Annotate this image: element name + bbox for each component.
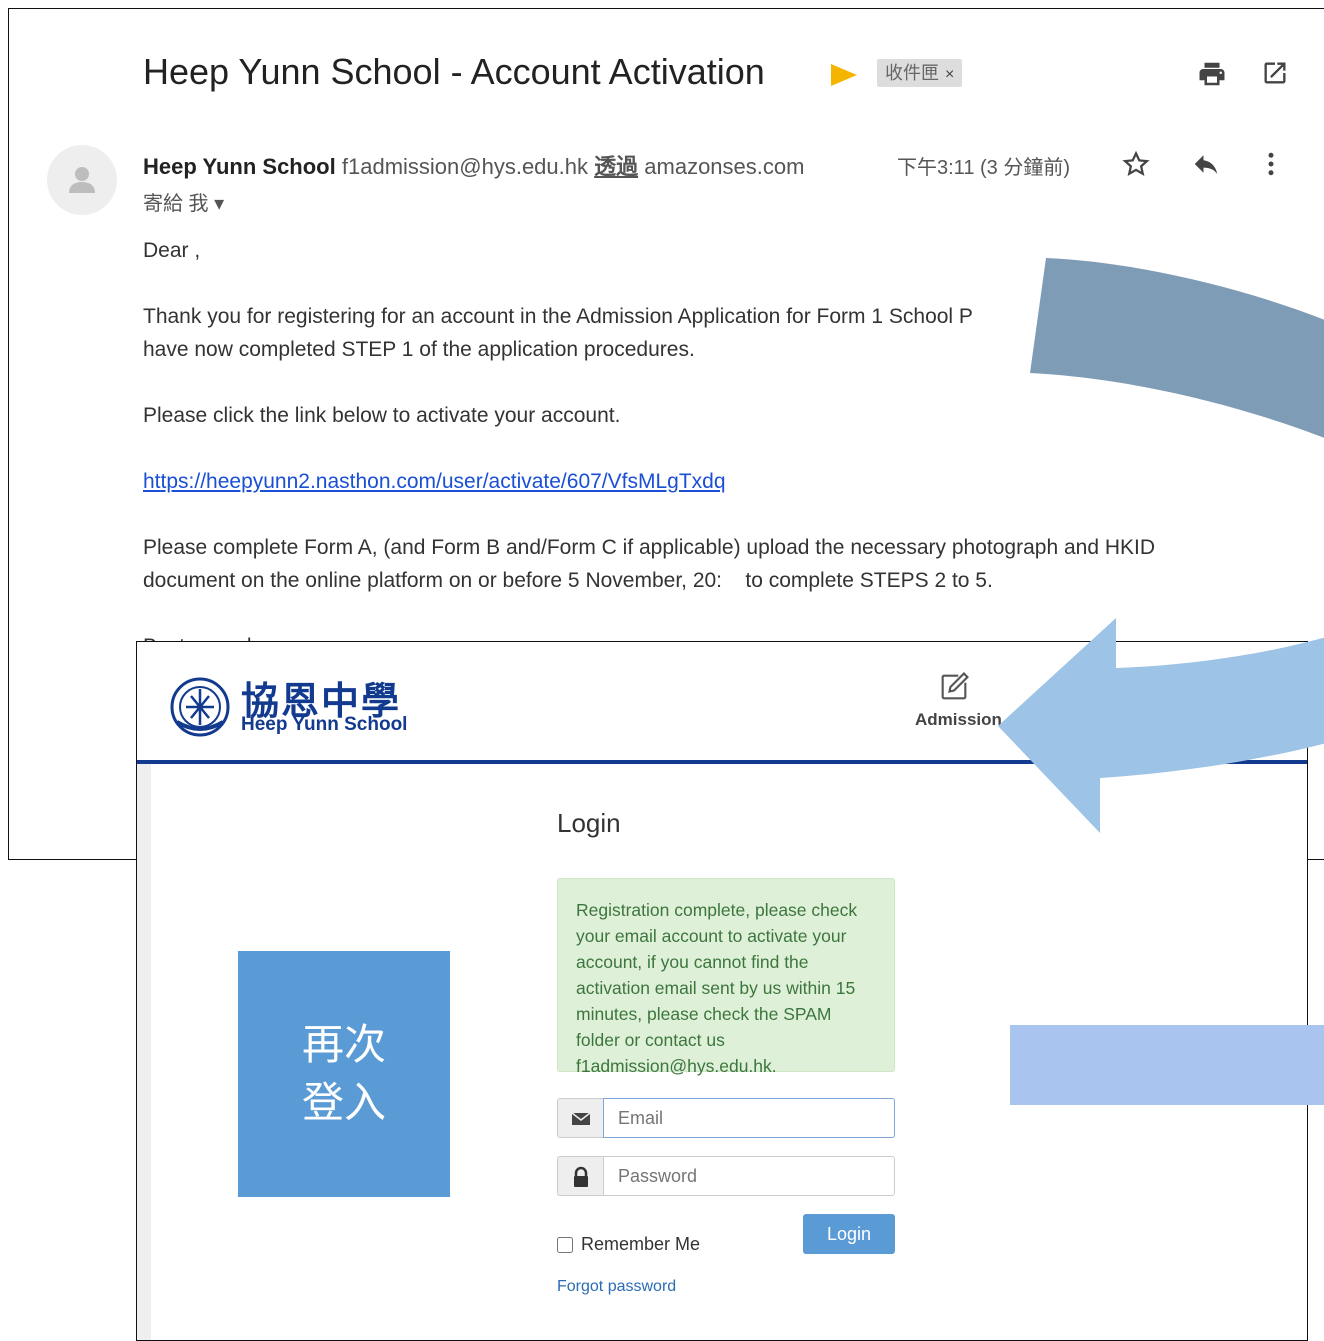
curved-arrow-dark (1030, 258, 1324, 438)
annotation-arrows (998, 258, 1324, 833)
curved-arrow-light (998, 618, 1324, 833)
